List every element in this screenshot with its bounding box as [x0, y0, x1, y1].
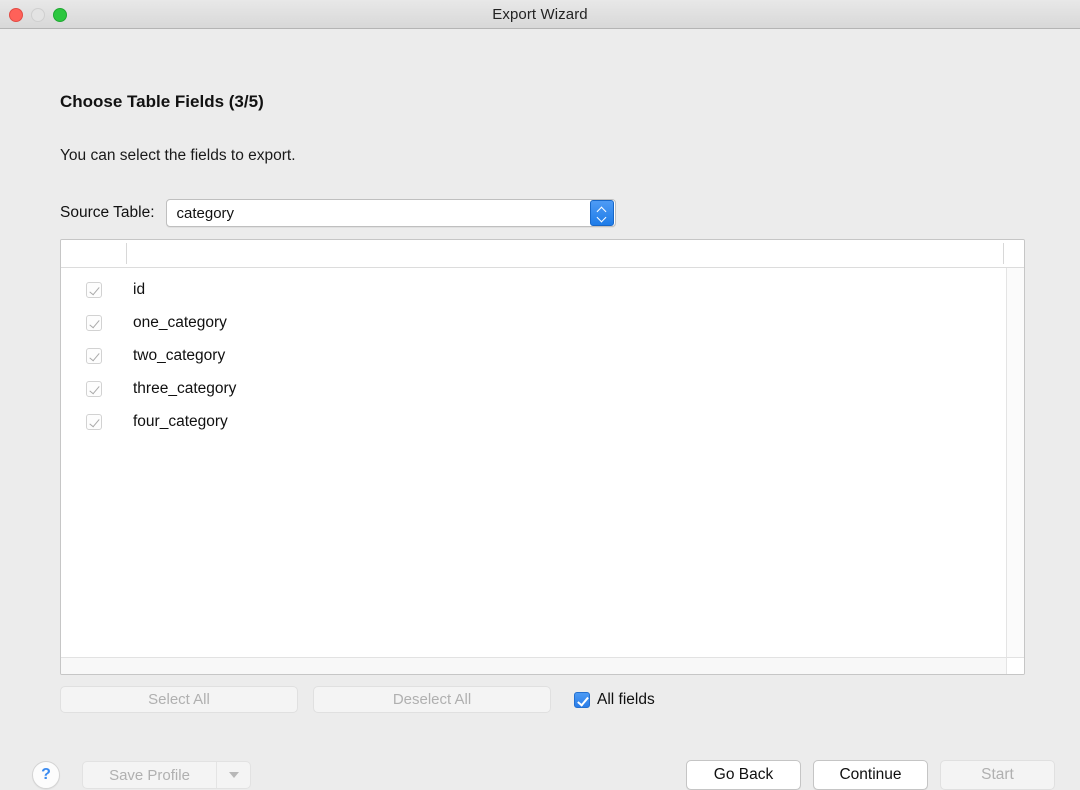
field-name: id [126, 281, 145, 299]
go-back-button[interactable]: Go Back [686, 760, 801, 790]
triangle-down-icon [229, 772, 239, 778]
field-name: one_category [126, 314, 227, 332]
checkbox-checked-icon[interactable] [574, 692, 590, 708]
checkbox-checked-disabled-icon[interactable] [86, 282, 102, 298]
save-profile-split-button[interactable]: Save Profile [82, 761, 251, 789]
chevron-down-icon [597, 215, 606, 220]
table-row[interactable]: four_category [61, 405, 1006, 438]
field-name: three_category [126, 380, 236, 398]
source-table-label: Source Table: [60, 204, 155, 222]
fields-listbox[interactable]: id one_category two_category [60, 239, 1025, 675]
horizontal-scrollbar-track[interactable] [61, 658, 1006, 674]
selection-controls: Select All Deselect All All fields [60, 686, 655, 713]
page-title: Choose Table Fields (3/5) [60, 92, 264, 112]
up-down-chevron-icon[interactable] [590, 200, 614, 226]
all-fields-checkbox-group[interactable]: All fields [574, 691, 655, 709]
fields-rows: id one_category two_category [61, 268, 1006, 657]
field-checkbox-cell[interactable] [61, 282, 126, 298]
table-row[interactable]: three_category [61, 372, 1006, 405]
field-name: two_category [126, 347, 225, 365]
field-checkbox-cell[interactable] [61, 315, 126, 331]
vertical-scrollbar[interactable] [1006, 268, 1024, 657]
dialog-content: Choose Table Fields (3/5) You can select… [0, 29, 1080, 783]
continue-button[interactable]: Continue [813, 760, 928, 790]
field-checkbox-cell[interactable] [61, 381, 126, 397]
field-checkbox-cell[interactable] [61, 414, 126, 430]
help-button[interactable]: ? [32, 761, 60, 789]
scrollbar-corner [1006, 658, 1024, 674]
fields-table-header [61, 240, 1024, 268]
column-divider [126, 243, 127, 264]
checkbox-checked-disabled-icon[interactable] [86, 381, 102, 397]
table-row[interactable]: id [61, 273, 1006, 306]
table-row[interactable]: one_category [61, 306, 1006, 339]
wizard-navigation: Go Back Continue Start [686, 760, 1055, 790]
field-name: four_category [126, 413, 228, 431]
deselect-all-button[interactable]: Deselect All [313, 686, 551, 713]
all-fields-label: All fields [597, 691, 655, 709]
save-profile-menu-button[interactable] [216, 762, 250, 788]
window-title: Export Wizard [0, 6, 1080, 23]
table-row[interactable]: two_category [61, 339, 1006, 372]
checkbox-checked-disabled-icon[interactable] [86, 348, 102, 364]
zoom-button-icon[interactable] [53, 8, 67, 22]
save-profile-button[interactable]: Save Profile [83, 762, 216, 788]
checkbox-checked-disabled-icon[interactable] [86, 315, 102, 331]
window-controls [9, 0, 67, 29]
minimize-button-icon[interactable] [31, 8, 45, 22]
horizontal-scrollbar[interactable] [61, 657, 1024, 674]
start-button[interactable]: Start [940, 760, 1055, 790]
title-bar: Export Wizard [0, 0, 1080, 29]
export-wizard-window: Export Wizard Choose Table Fields (3/5) … [0, 0, 1080, 783]
chevron-up-icon [597, 207, 606, 212]
fields-table-body: id one_category two_category [61, 268, 1024, 657]
source-table-row: Source Table: category [60, 199, 616, 227]
close-button-icon[interactable] [9, 8, 23, 22]
source-table-select[interactable]: category [166, 199, 616, 227]
checkbox-checked-disabled-icon[interactable] [86, 414, 102, 430]
page-subtitle: You can select the fields to export. [60, 147, 296, 165]
column-divider [1003, 243, 1004, 264]
select-all-button[interactable]: Select All [60, 686, 298, 713]
field-checkbox-cell[interactable] [61, 348, 126, 364]
source-table-value: category [167, 205, 590, 222]
